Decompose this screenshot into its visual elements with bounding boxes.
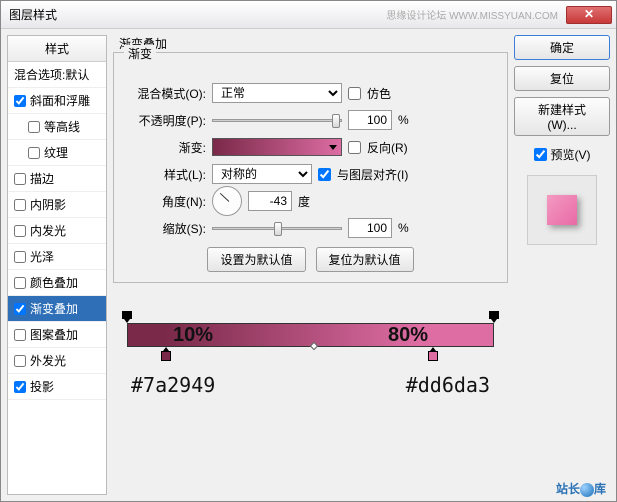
style-item-6[interactable]: 光泽 (8, 244, 106, 270)
style-label: 颜色叠加 (30, 274, 78, 291)
style-checkbox[interactable] (14, 381, 26, 393)
dither-checkbox[interactable] (348, 87, 361, 100)
effect-panel: 渐变叠加 渐变 混合模式(O): 正常 仿色 不透明度(P): % 渐变: (113, 35, 508, 495)
ok-button[interactable]: 确定 (514, 35, 610, 60)
chevron-down-icon (329, 145, 337, 150)
style-item-7[interactable]: 颜色叠加 (8, 270, 106, 296)
preview-swatch (547, 195, 577, 225)
style-item-0[interactable]: 斜面和浮雕 (8, 88, 106, 114)
blend-mode-label: 混合模式(O): (124, 85, 206, 102)
layer-style-dialog: 图层样式 思缘设计论坛 WWW.MISSYUAN.COM ✕ 样式 混合选项:默… (0, 0, 617, 502)
angle-dial[interactable] (212, 186, 242, 216)
style-label: 斜面和浮雕 (30, 92, 90, 109)
watermark: 思缘设计论坛 WWW.MISSYUAN.COM (386, 7, 558, 22)
style-label: 样式(L): (124, 166, 206, 183)
preview-box (527, 175, 597, 245)
blend-mode-select[interactable]: 正常 (212, 83, 342, 103)
new-style-button[interactable]: 新建样式(W)... (514, 97, 610, 136)
style-checkbox[interactable] (14, 355, 26, 367)
style-item-1[interactable]: 等高线 (8, 114, 106, 140)
scale-input[interactable] (348, 218, 392, 238)
style-item-4[interactable]: 内阴影 (8, 192, 106, 218)
preview-checkbox[interactable] (534, 148, 547, 161)
orb-icon (580, 483, 594, 497)
style-checkbox[interactable] (14, 277, 26, 289)
opacity-input[interactable] (348, 110, 392, 130)
footer-logo: 站长库 (556, 480, 606, 497)
opacity-stop-left[interactable] (122, 311, 132, 323)
scale-slider[interactable] (212, 220, 342, 236)
style-label: 渐变叠加 (30, 300, 78, 317)
align-label: 与图层对齐(I) (337, 166, 408, 183)
dialog-buttons: 确定 复位 新建样式(W)... 预览(V) (514, 35, 610, 495)
gradient-picker[interactable] (212, 138, 342, 156)
style-label: 内发光 (30, 222, 66, 239)
style-label: 等高线 (44, 118, 80, 135)
window-title: 图层样式 (5, 6, 386, 23)
color-stop-2[interactable] (428, 347, 438, 361)
group-legend: 渐变 (124, 45, 156, 62)
opacity-slider[interactable] (212, 112, 342, 128)
gradient-annotation: 10% 80% #7a2949 #dd6da3 (113, 303, 508, 413)
angle-input[interactable] (248, 191, 292, 211)
opacity-stop-right[interactable] (489, 311, 499, 323)
style-checkbox[interactable] (14, 95, 26, 107)
gradient-group: 渐变 混合模式(O): 正常 仿色 不透明度(P): % 渐变: (113, 52, 508, 283)
style-label: 图案叠加 (30, 326, 78, 343)
style-checkbox[interactable] (28, 121, 40, 133)
align-checkbox[interactable] (318, 168, 331, 181)
style-checkbox[interactable] (14, 225, 26, 237)
style-checkbox[interactable] (14, 251, 26, 263)
dither-label: 仿色 (367, 85, 391, 102)
panel-title: 渐变叠加 (115, 35, 508, 52)
style-label: 投影 (30, 378, 54, 395)
reverse-label: 反向(R) (367, 139, 408, 156)
style-item-11[interactable]: 投影 (8, 374, 106, 400)
stop2-pct: 80% (388, 324, 428, 347)
style-label: 描边 (30, 170, 54, 187)
style-select[interactable]: 对称的 (212, 164, 312, 184)
styles-list: 样式 混合选项:默认 斜面和浮雕等高线纹理描边内阴影内发光光泽颜色叠加渐变叠加图… (7, 35, 107, 495)
style-item-2[interactable]: 纹理 (8, 140, 106, 166)
opacity-label: 不透明度(P): (124, 112, 206, 129)
style-checkbox[interactable] (14, 329, 26, 341)
cancel-button[interactable]: 复位 (514, 66, 610, 91)
style-label: 外发光 (30, 352, 66, 369)
preview-label: 预览(V) (551, 146, 591, 163)
style-checkbox[interactable] (14, 303, 26, 315)
reset-default-button[interactable]: 复位为默认值 (316, 247, 414, 272)
scale-label: 缩放(S): (124, 220, 206, 237)
style-label: 内阴影 (30, 196, 66, 213)
style-label: 纹理 (44, 144, 68, 161)
stop1-pct: 10% (173, 324, 213, 347)
style-item-9[interactable]: 图案叠加 (8, 322, 106, 348)
titlebar: 图层样式 思缘设计论坛 WWW.MISSYUAN.COM ✕ (1, 1, 616, 29)
style-checkbox[interactable] (28, 147, 40, 159)
style-item-5[interactable]: 内发光 (8, 218, 106, 244)
style-item-10[interactable]: 外发光 (8, 348, 106, 374)
style-checkbox[interactable] (14, 173, 26, 185)
reverse-checkbox[interactable] (348, 141, 361, 154)
color-stop-1[interactable] (161, 347, 171, 361)
gradient-label: 渐变: (124, 139, 206, 156)
style-checkbox[interactable] (14, 199, 26, 211)
blending-options-row[interactable]: 混合选项:默认 (8, 62, 106, 88)
angle-label: 角度(N): (124, 193, 206, 210)
set-default-button[interactable]: 设置为默认值 (207, 247, 305, 272)
styles-header[interactable]: 样式 (8, 36, 106, 62)
stop1-hex: #7a2949 (131, 373, 215, 397)
style-item-3[interactable]: 描边 (8, 166, 106, 192)
style-label: 光泽 (30, 248, 54, 265)
stop2-hex: #dd6da3 (406, 373, 490, 397)
close-button[interactable]: ✕ (566, 6, 612, 24)
style-item-8[interactable]: 渐变叠加 (8, 296, 106, 322)
